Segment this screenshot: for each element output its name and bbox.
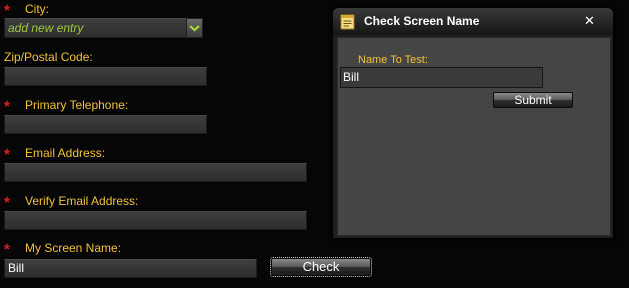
required-marker: * (4, 98, 10, 115)
screen-name-label: My Screen Name: (25, 241, 122, 255)
city-label: City: (25, 2, 49, 16)
email-label: Email Address: (25, 146, 106, 160)
name-to-test-input[interactable]: Bill (340, 67, 543, 88)
required-marker: * (4, 146, 10, 163)
verify-email-label: Verify Email Address: (25, 194, 139, 208)
submit-button[interactable]: Submit (493, 92, 573, 108)
city-combo-value: add new entry (8, 21, 84, 35)
phone-label: Primary Telephone: (25, 98, 129, 112)
required-marker: * (4, 2, 10, 19)
dialog-content: Name To Test: Bill Submit (337, 37, 611, 236)
required-marker: * (4, 241, 10, 258)
city-combo[interactable]: add new entry (4, 18, 187, 38)
phone-input[interactable] (4, 115, 207, 134)
chevron-down-icon (189, 25, 200, 32)
screen-name-input[interactable]: Bill (4, 259, 257, 278)
zip-input[interactable] (4, 67, 207, 86)
check-button[interactable]: Check (270, 257, 372, 277)
close-icon[interactable]: ✕ (584, 13, 595, 29)
name-to-test-label: Name To Test: (358, 54, 428, 66)
verify-email-input[interactable] (4, 211, 307, 230)
required-marker: * (4, 194, 10, 211)
check-screen-name-dialog: Check Screen Name ✕ Name To Test: Bill S… (332, 7, 614, 239)
email-input[interactable] (4, 163, 307, 182)
city-dropdown-button[interactable] (186, 18, 203, 38)
dialog-titlebar[interactable]: Check Screen Name ✕ (333, 8, 613, 35)
notepad-icon (340, 14, 355, 30)
zip-label: Zip/Postal Code: (4, 50, 93, 64)
dialog-title: Check Screen Name (364, 14, 480, 28)
